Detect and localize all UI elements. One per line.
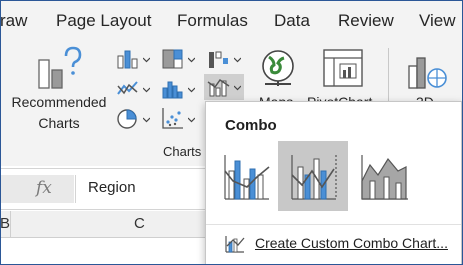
insert-function-icon[interactable]: fx <box>36 178 52 198</box>
column-header-c[interactable]: C <box>134 215 145 232</box>
chevron-down-icon <box>234 57 241 63</box>
clustered-column-line-secondary-axis-icon <box>291 155 337 200</box>
tab-data[interactable]: Data <box>274 11 310 31</box>
recommended-charts-label: Recommended Charts <box>11 94 107 131</box>
tab-formulas[interactable]: Formulas <box>177 11 248 31</box>
chevron-down-icon <box>188 57 195 63</box>
create-custom-combo-chart-label: Create Custom Combo Chart... <box>255 235 448 251</box>
name-box-area: fx <box>0 175 74 203</box>
ribbon-tab-bar: raw Page Layout Formulas Data Review Vie… <box>0 0 463 42</box>
chevron-down-icon <box>143 87 150 93</box>
tab-view[interactable]: View <box>419 11 456 31</box>
3d-map-icon <box>408 57 447 89</box>
custom-combo-chart-icon <box>225 236 245 253</box>
hierarchy-chart-icon <box>162 49 183 69</box>
charts-group-label: Charts <box>163 144 202 159</box>
stacked-area-clustered-column-icon <box>361 155 408 200</box>
column-chart-icon <box>117 50 138 69</box>
pivotchart-icon <box>323 49 363 87</box>
scatter-chart-icon <box>162 108 183 129</box>
combo-chart-dropdown: Combo Create Custom Combo Chart... <box>205 101 462 265</box>
tab-draw[interactable]: raw <box>0 11 27 31</box>
dropdown-separator <box>206 224 461 225</box>
statistic-chart-icon <box>162 81 183 99</box>
line-chart-icon <box>117 81 138 95</box>
combo-option-clustered-column-line[interactable] <box>211 141 281 211</box>
clustered-column-line-icon <box>224 155 270 200</box>
dropdown-title: Combo <box>225 117 277 134</box>
pie-chart-icon <box>117 109 137 129</box>
column-divider <box>10 211 11 237</box>
tab-review[interactable]: Review <box>338 11 394 31</box>
tab-page-layout[interactable]: Page Layout <box>56 11 151 31</box>
chevron-down-icon <box>188 117 195 123</box>
formula-value: Region <box>88 179 136 196</box>
column-header-b[interactable]: B <box>0 215 10 232</box>
chevron-down-icon <box>234 85 241 91</box>
combo-option-stacked-area-clustered-column[interactable] <box>350 141 420 211</box>
chevron-down-icon <box>143 117 150 123</box>
combo-chart-icon <box>207 78 230 97</box>
chevron-down-icon <box>143 57 150 63</box>
chevron-down-icon <box>188 87 195 93</box>
recommended-charts-icon <box>38 46 82 89</box>
create-custom-combo-chart-item[interactable]: Create Custom Combo Chart... <box>220 232 456 256</box>
waterfall-chart-icon <box>209 51 228 68</box>
combo-option-clustered-column-line-secondary-axis[interactable] <box>278 141 348 211</box>
globe-icon <box>262 50 294 86</box>
